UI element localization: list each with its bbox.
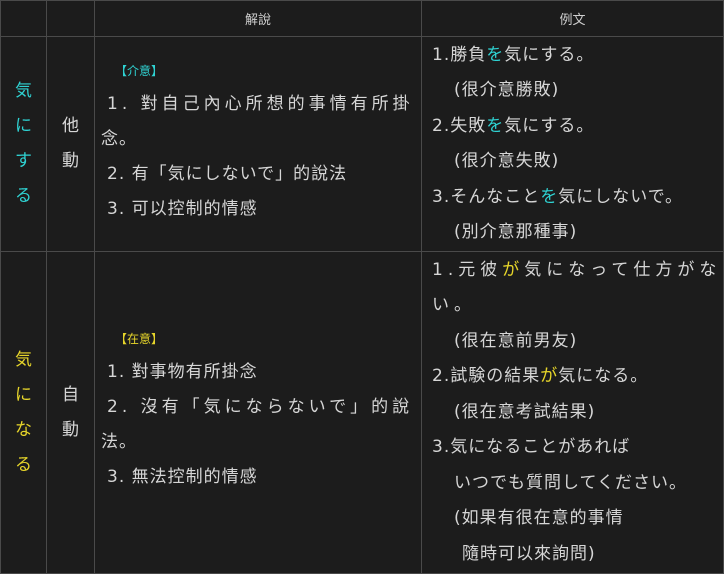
explain-line: 2. 沒有「気にならないで」的說 bbox=[107, 397, 414, 417]
example-line: 1.勝負を気にする。 bbox=[432, 44, 595, 65]
header-row: 解說 例文 bbox=[0, 0, 724, 37]
example-translation: (如果有很在意的事情 bbox=[454, 508, 624, 529]
pos-char: 他 bbox=[62, 116, 79, 136]
example-translation: 隨時可以來詢問) bbox=[462, 543, 596, 564]
example-translation: (很在意考試結果) bbox=[454, 401, 596, 422]
word-char: る bbox=[15, 454, 32, 475]
table-row: 気 に す る 他 動 【介意】 1. 對自己內心所想的事情有所掛 念。 2. … bbox=[0, 36, 724, 252]
example-line: 1.元彼が気になって仕方がな bbox=[432, 259, 722, 280]
explain-line: 念。 bbox=[101, 128, 137, 149]
particle-highlight: を bbox=[486, 115, 505, 136]
example-translation: (很介意勝敗) bbox=[454, 80, 560, 100]
example-line: 2.失敗を気にする。 bbox=[432, 115, 595, 136]
particle-highlight: を bbox=[540, 186, 559, 207]
explain-line: 3. 可以控制的情感 bbox=[107, 198, 258, 219]
explain-line: 法。 bbox=[101, 432, 137, 452]
word-char: な bbox=[15, 419, 32, 440]
header-word-cell bbox=[0, 0, 47, 37]
explain-line: 2. 有「気にしないで」的說法 bbox=[107, 163, 348, 184]
particle-highlight: を bbox=[486, 44, 505, 65]
example-translation: (很介意失敗) bbox=[454, 151, 560, 171]
pos-cell: 自 動 bbox=[46, 251, 95, 574]
word-char: 気 bbox=[15, 349, 32, 370]
header-example: 例文 bbox=[421, 0, 724, 37]
meaning-tag: 【介意】 bbox=[115, 63, 164, 78]
part-of-speech: 自 動 bbox=[48, 378, 94, 448]
example-line: 3.気になることがあれば bbox=[432, 437, 631, 458]
pos-char: 動 bbox=[62, 419, 79, 440]
explain-line: 3. 無法控制的情感 bbox=[107, 467, 258, 487]
table-row: 気 に な る 自 動 【在意】 1. 對事物有所掛念 2. 沒有「気にならない… bbox=[0, 251, 724, 574]
pos-char: 動 bbox=[62, 151, 79, 171]
explain-line: 1. 對事物有所掛念 bbox=[107, 362, 258, 382]
word-char: る bbox=[15, 186, 32, 206]
particle-highlight: が bbox=[502, 259, 525, 280]
example-translation: (別介意那種事) bbox=[454, 222, 578, 242]
header-pos-cell bbox=[46, 0, 95, 37]
example-cell: 1.勝負を気にする。 (很介意勝敗) 2.失敗を気にする。 (很介意失敗) 3.… bbox=[421, 36, 724, 252]
word-kinisuru: 気 に す る bbox=[2, 74, 46, 214]
meaning-tag: 【在意】 bbox=[115, 332, 164, 346]
grammar-table: 解說 例文 気 に す る 他 動 【介意】 1. 對自己內心所想的事情有所掛 … bbox=[0, 0, 724, 574]
word-char: に bbox=[15, 116, 32, 136]
pos-cell: 他 動 bbox=[46, 36, 95, 252]
example-cell: 1.元彼が気になって仕方がな い。 (很在意前男友) 2.試験の結果が気になる。… bbox=[421, 251, 724, 574]
example-translation: (很在意前男友) bbox=[454, 330, 578, 351]
word-char: す bbox=[15, 151, 32, 171]
word-cell: 気 に な る bbox=[0, 251, 47, 574]
example-line: 3.そんなことを気にしないで。 bbox=[432, 186, 684, 207]
word-cell: 気 に す る bbox=[0, 36, 47, 252]
explain-cell: 【在意】 1. 對事物有所掛念 2. 沒有「気にならないで」的說 法。 3. 無… bbox=[94, 251, 422, 574]
word-kininaru: 気 に な る bbox=[2, 343, 46, 483]
explain-line: 1. 對自己內心所想的事情有所掛 bbox=[107, 93, 414, 114]
example-line: 2.試験の結果が気になる。 bbox=[432, 366, 649, 387]
header-explain: 解說 bbox=[94, 0, 422, 37]
pos-char: 自 bbox=[62, 384, 79, 405]
example-line: い。 bbox=[432, 295, 476, 316]
part-of-speech: 他 動 bbox=[48, 109, 94, 179]
word-char: に bbox=[15, 384, 32, 405]
particle-highlight: が bbox=[540, 366, 559, 387]
word-char: 気 bbox=[15, 81, 32, 101]
explain-cell: 【介意】 1. 對自己內心所想的事情有所掛 念。 2. 有「気にしないで」的說法… bbox=[94, 36, 422, 252]
example-line: いつでも質問してください。 bbox=[454, 472, 687, 493]
